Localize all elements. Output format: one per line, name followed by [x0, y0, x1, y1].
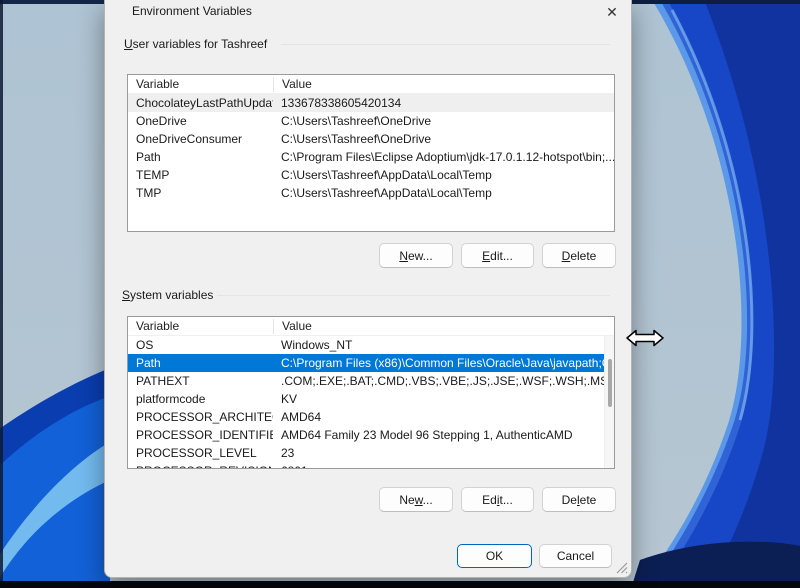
system-group-line [217, 295, 610, 296]
table-row[interactable]: PROCESSOR_ARCHITECTU... AMD64 [128, 408, 604, 426]
system-edit-button[interactable]: Edit... [461, 487, 534, 512]
dialog-titlebar: Environment Variables ✕ [105, 0, 631, 26]
column-header-value[interactable]: Value [273, 319, 614, 334]
table-row[interactable]: PROCESSOR_REVISION 6801 [128, 462, 604, 469]
system-variables-label: System variables [122, 288, 213, 302]
table-row[interactable]: PROCESSOR_LEVEL 23 [128, 444, 604, 462]
ok-button[interactable]: OK [457, 544, 532, 568]
table-row[interactable]: OS Windows_NT [128, 336, 604, 354]
user-variables-label: User variables for Tashreef [124, 37, 267, 51]
environment-variables-dialog: Environment Variables ✕ User variables f… [104, 0, 632, 578]
user-new-button[interactable]: New... [379, 243, 453, 268]
vertical-scrollbar[interactable] [604, 336, 614, 468]
scrollbar-thumb[interactable] [608, 359, 612, 407]
desktop: { "dialog": { "title": "Environment Vari… [0, 0, 800, 588]
user-variables-table[interactable]: Variable Value ChocolateyLastPathUpdate … [127, 74, 615, 232]
column-header-variable[interactable]: Variable [128, 319, 273, 333]
close-icon: ✕ [606, 4, 618, 20]
table-header[interactable]: Variable Value [128, 75, 614, 94]
table-row[interactable]: ChocolateyLastPathUpdate 133678338605420… [128, 94, 614, 112]
table-row[interactable]: OneDrive C:\Users\Tashreef\OneDrive [128, 112, 614, 130]
table-row[interactable]: TMP C:\Users\Tashreef\AppData\Local\Temp [128, 184, 614, 202]
table-row[interactable]: PROCESSOR_IDENTIFIER AMD64 Family 23 Mod… [128, 426, 604, 444]
table-row[interactable]: platformcode KV [128, 390, 604, 408]
table-row[interactable]: PATHEXT .COM;.EXE;.BAT;.CMD;.VBS;.VBE;.J… [128, 372, 604, 390]
user-delete-button[interactable]: Delete [542, 243, 616, 268]
table-header[interactable]: Variable Value [128, 317, 614, 336]
resize-horizontal-cursor-icon [626, 327, 664, 349]
system-new-button[interactable]: New... [379, 487, 453, 512]
user-group-line [281, 44, 610, 45]
table-row[interactable]: Path C:\Program Files\Eclipse Adoptium\j… [128, 148, 614, 166]
cancel-button[interactable]: Cancel [539, 544, 612, 568]
close-button[interactable]: ✕ [599, 1, 625, 24]
column-header-variable[interactable]: Variable [128, 77, 273, 91]
dialog-title: Environment Variables [132, 4, 252, 18]
system-delete-button[interactable]: Delete [542, 487, 616, 512]
user-edit-button[interactable]: Edit... [461, 243, 534, 268]
table-row[interactable]: OneDriveConsumer C:\Users\Tashreef\OneDr… [128, 130, 614, 148]
table-row-selected[interactable]: Path C:\Program Files (x86)\Common Files… [128, 354, 604, 372]
table-row[interactable]: TEMP C:\Users\Tashreef\AppData\Local\Tem… [128, 166, 614, 184]
resize-grip-icon[interactable] [616, 562, 628, 574]
system-variables-table[interactable]: Variable Value OS Windows_NT Path C:\Pro… [127, 316, 615, 469]
column-header-value[interactable]: Value [273, 77, 614, 92]
